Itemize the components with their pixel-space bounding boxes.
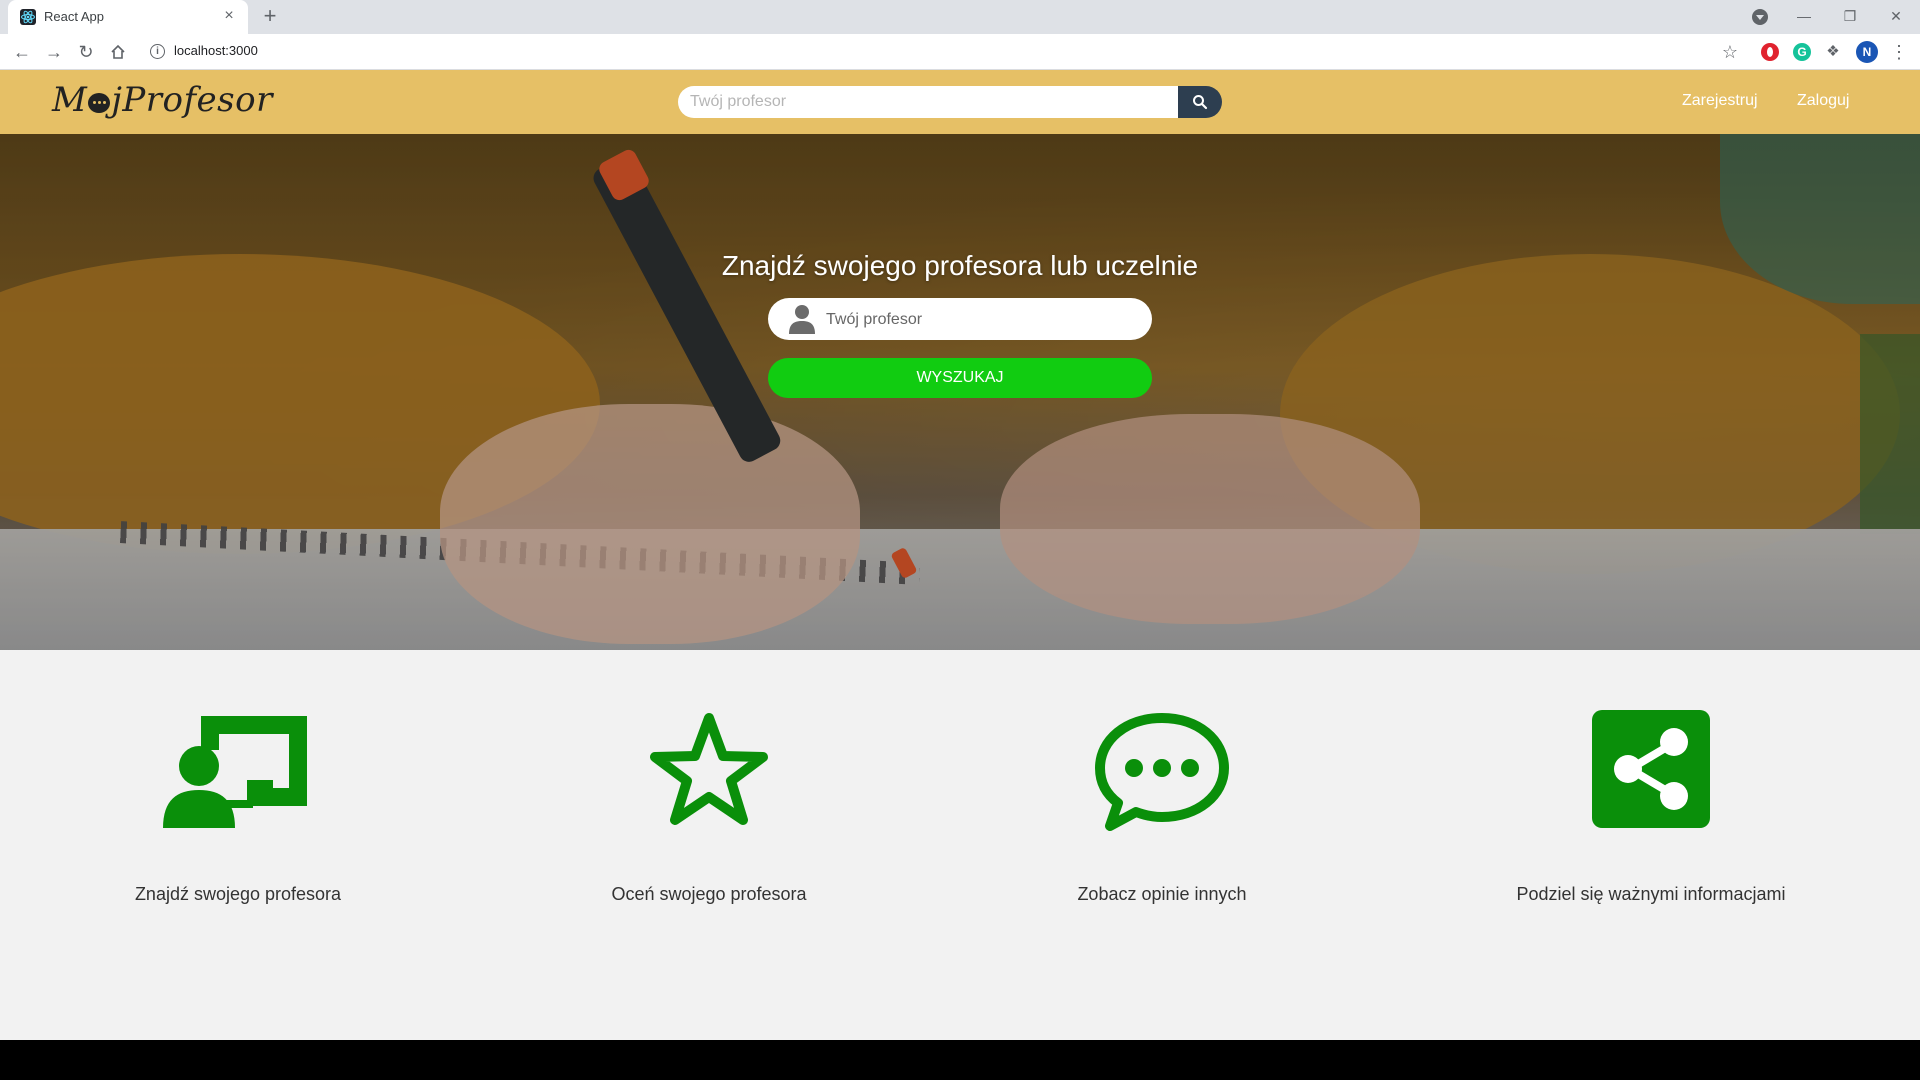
forward-icon[interactable]: → <box>42 40 66 64</box>
react-favicon-icon <box>20 9 36 25</box>
home-icon[interactable] <box>106 40 130 64</box>
minimize-button[interactable]: — <box>1784 4 1824 28</box>
person-icon <box>789 305 815 334</box>
header-search-button[interactable] <box>1178 86 1222 118</box>
reload-icon[interactable]: ↻ <box>74 40 98 64</box>
address-bar[interactable]: localhost:3000 <box>174 43 258 58</box>
nav-register-link[interactable]: Zarejestruj <box>1682 92 1758 110</box>
browser-toolbar: ← → ↻ i localhost:3000 ☆ G ❖ N ⋮ <box>0 34 1920 70</box>
site-logo[interactable]: MjProfesor <box>52 80 273 120</box>
new-tab-button[interactable]: + <box>258 5 282 29</box>
profile-avatar[interactable]: N <box>1856 41 1878 63</box>
hero-search-input[interactable] <box>824 298 1138 342</box>
page: MjProfesor Zarejestruj Zaloguj Znajdź sw… <box>0 70 1920 1040</box>
search-submit-button[interactable]: WYSZUKAJ <box>768 358 1152 398</box>
star-icon <box>529 710 889 834</box>
feature-label: Zobacz opinie innych <box>1077 884 1247 904</box>
site-info-icon[interactable]: i <box>150 44 165 59</box>
site-header: MjProfesor Zarejestruj Zaloguj <box>0 70 1920 134</box>
extensions-puzzle-icon[interactable]: ❖ <box>1824 43 1842 61</box>
teacher-icon <box>58 710 418 834</box>
feature-label: Oceń swojego profesora <box>611 884 807 904</box>
feature-label: Znajdź swojego profesora <box>134 884 342 904</box>
comment-icon <box>982 710 1342 834</box>
share-icon <box>1471 710 1831 834</box>
restore-button[interactable]: ❐ <box>1830 4 1870 28</box>
search-icon <box>1193 95 1208 110</box>
nav-login-link[interactable]: Zaloguj <box>1797 92 1849 110</box>
browser-tabstrip: React App × + — ❐ ✕ <box>0 0 1920 34</box>
media-control-icon[interactable] <box>1752 9 1768 25</box>
logo-text-prefix: M <box>52 80 88 120</box>
tab-title: React App <box>44 9 104 24</box>
header-search <box>678 86 1222 118</box>
browser-menu-icon[interactable]: ⋮ <box>1890 40 1908 64</box>
feature-label: Podziel się ważnymi informacjami <box>1516 884 1786 904</box>
header-search-input[interactable] <box>678 86 1178 118</box>
opera-extension-icon[interactable] <box>1761 43 1779 61</box>
hero-banner: Znajdź swojego profesora lub uczelnie WY… <box>0 134 1920 650</box>
grammarly-extension-icon[interactable]: G <box>1793 43 1811 61</box>
browser-tab[interactable]: React App × <box>8 0 248 34</box>
hero-title: Znajdź swojego profesora lub uczelnie <box>721 250 1199 281</box>
logo-text-suffix: jProfesor <box>111 80 273 120</box>
hero-search-field <box>768 298 1152 342</box>
tab-close-icon[interactable]: × <box>220 7 238 25</box>
logo-bubble-icon <box>88 93 111 113</box>
bookmark-star-icon[interactable]: ☆ <box>1718 40 1742 64</box>
close-window-button[interactable]: ✕ <box>1876 4 1916 28</box>
back-icon[interactable]: ← <box>10 40 34 64</box>
